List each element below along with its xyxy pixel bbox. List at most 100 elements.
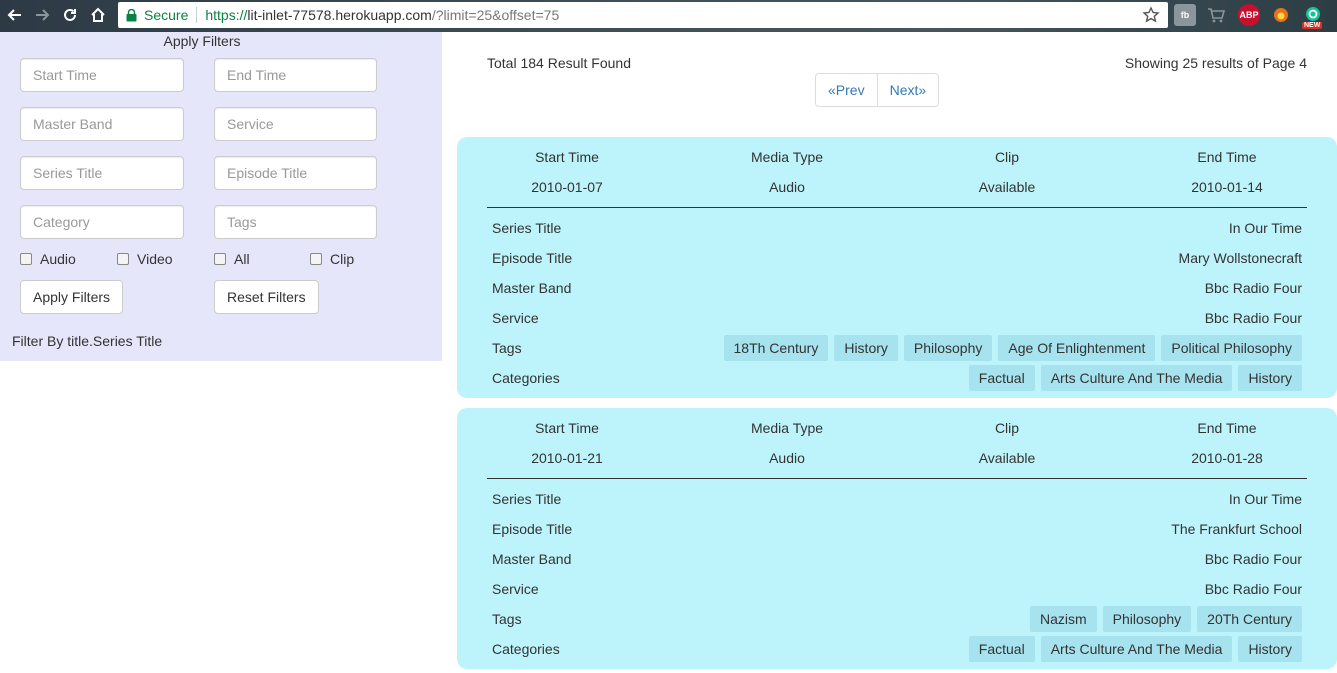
card-header-values: 2010-01-21 Audio Available 2010-01-28: [457, 450, 1337, 466]
total-results: Total 184 Result Found: [487, 55, 631, 71]
episode-title-input[interactable]: [214, 156, 377, 190]
video-checkbox-box[interactable]: [117, 253, 129, 265]
grammarly-icon[interactable]: NEW: [1300, 4, 1326, 29]
episode-title-value: Mary Wollstonecraft: [1178, 250, 1302, 266]
media-type-label: Media Type: [750, 420, 824, 436]
clip-checkbox[interactable]: Clip: [310, 251, 354, 267]
bookmark-star-icon[interactable]: [1142, 6, 1160, 24]
prev-page-button[interactable]: «Prev: [815, 73, 878, 107]
video-checkbox-label: Video: [137, 251, 173, 267]
service-label: Service: [492, 310, 539, 326]
audio-checkbox[interactable]: Audio: [20, 251, 76, 267]
clip-checkbox-label: Clip: [330, 251, 355, 267]
tag-chip[interactable]: Nazism: [1030, 606, 1097, 632]
next-page-button[interactable]: Next»: [876, 73, 940, 107]
tag-chip[interactable]: 20Th Century: [1197, 606, 1302, 632]
master-band-input[interactable]: [20, 107, 184, 141]
category-chips: Factual Arts Culture And The Media Histo…: [968, 636, 1302, 662]
clip-label: Clip: [994, 149, 1020, 165]
master-band-row: Master Band Bbc Radio Four: [492, 544, 1302, 574]
category-chip[interactable]: Factual: [968, 636, 1035, 662]
tag-chip[interactable]: Political Philosophy: [1161, 335, 1302, 361]
card-header-values: 2010-01-07 Audio Available 2010-01-14: [457, 179, 1337, 195]
master-band-value: Bbc Radio Four: [1204, 280, 1302, 296]
service-row: Service Bbc Radio Four: [492, 303, 1302, 333]
forward-arrow-icon[interactable]: [30, 3, 54, 27]
end-time-input[interactable]: [214, 58, 377, 92]
tag-chip[interactable]: Age Of Enlightenment: [998, 335, 1156, 361]
reload-icon[interactable]: [58, 3, 82, 27]
service-input[interactable]: [214, 107, 377, 141]
start-time-input[interactable]: [20, 58, 184, 92]
all-checkbox-box[interactable]: [214, 253, 226, 265]
reset-filters-button[interactable]: Reset Filters: [214, 280, 319, 314]
card-header-labels: Start Time Media Type Clip End Time: [457, 149, 1337, 165]
category-chips: Factual Arts Culture And The Media Histo…: [968, 365, 1302, 391]
address-bar[interactable]: Secure https://lit-inlet-77578.herokuapp…: [118, 2, 1168, 28]
tag-chips: 18Th Century History Philosophy Age Of E…: [723, 335, 1302, 361]
category-chip[interactable]: Factual: [968, 365, 1035, 391]
service-value: Bbc Radio Four: [1204, 310, 1302, 326]
result-card: Start Time Media Type Clip End Time 2010…: [457, 408, 1337, 669]
series-title-row: Series Title In Our Time: [492, 213, 1302, 243]
filter-by-label: Filter By title.Series Title: [12, 333, 163, 349]
service-value: Bbc Radio Four: [1204, 581, 1302, 597]
apply-filters-button[interactable]: Apply Filters: [20, 280, 124, 314]
start-time-label: Start Time: [535, 149, 599, 165]
series-title-value: In Our Time: [1228, 491, 1302, 507]
back-arrow-icon[interactable]: [3, 3, 27, 27]
tags-input[interactable]: [214, 205, 377, 239]
tag-chip[interactable]: Philosophy: [1102, 606, 1192, 632]
episode-title-row: Episode Title Mary Wollstonecraft: [492, 243, 1302, 273]
shopping-cart-icon[interactable]: [1205, 4, 1227, 26]
all-checkbox-label: All: [234, 251, 250, 267]
series-title-label: Series Title: [492, 220, 562, 236]
clip-value: Available: [978, 179, 1036, 195]
master-band-label: Master Band: [492, 551, 572, 567]
fox-extension-icon[interactable]: [1270, 4, 1292, 26]
video-checkbox[interactable]: Video: [117, 251, 173, 267]
browser-toolbar: Secure https://lit-inlet-77578.herokuapp…: [0, 0, 1337, 32]
omnibox-divider: [196, 7, 198, 23]
result-card: Start Time Media Type Clip End Time 2010…: [457, 137, 1337, 398]
clip-checkbox-box[interactable]: [310, 253, 322, 265]
start-time-value: 2010-01-21: [531, 450, 603, 466]
adblock-icon[interactable]: ABP: [1238, 4, 1260, 26]
tag-chip[interactable]: 18Th Century: [723, 335, 829, 361]
url-host: lit-inlet-77578.herokuapp.com: [247, 7, 432, 23]
category-chip[interactable]: History: [1238, 636, 1302, 662]
end-time-value: 2010-01-28: [1191, 450, 1263, 466]
category-chip[interactable]: Arts Culture And The Media: [1040, 365, 1233, 391]
new-badge: NEW: [1302, 22, 1323, 29]
end-time-value: 2010-01-14: [1191, 179, 1263, 195]
home-icon[interactable]: [86, 3, 110, 27]
media-type-label: Media Type: [750, 149, 824, 165]
start-time-value: 2010-01-07: [531, 179, 603, 195]
episode-title-label: Episode Title: [492, 521, 573, 537]
card-header-labels: Start Time Media Type Clip End Time: [457, 420, 1337, 436]
episode-title-label: Episode Title: [492, 250, 573, 266]
end-time-label: End Time: [1197, 420, 1257, 436]
tags-label: Tags: [492, 611, 522, 627]
extension-fb-icon[interactable]: fb: [1174, 4, 1196, 26]
categories-row: Categories Factual Arts Culture And The …: [492, 634, 1302, 664]
sidebar-title: Apply Filters: [163, 33, 241, 49]
extension-fb-label: fb: [1180, 10, 1190, 20]
category-chip[interactable]: Arts Culture And The Media: [1040, 636, 1233, 662]
tags-row: Tags Nazism Philosophy 20Th Century: [492, 604, 1302, 634]
category-input[interactable]: [20, 205, 184, 239]
series-title-input[interactable]: [20, 156, 184, 190]
secure-label: Secure: [144, 7, 189, 23]
all-checkbox[interactable]: All: [214, 251, 250, 267]
audio-checkbox-label: Audio: [40, 251, 76, 267]
categories-label: Categories: [492, 641, 560, 657]
tag-chip[interactable]: Philosophy: [903, 335, 993, 361]
tag-chip[interactable]: History: [834, 335, 898, 361]
audio-checkbox-box[interactable]: [20, 253, 32, 265]
service-label: Service: [492, 581, 539, 597]
start-time-label: Start Time: [535, 420, 599, 436]
master-band-label: Master Band: [492, 280, 572, 296]
lock-icon: [126, 8, 140, 22]
category-chip[interactable]: History: [1238, 365, 1302, 391]
adblock-label: ABP: [1239, 10, 1259, 20]
